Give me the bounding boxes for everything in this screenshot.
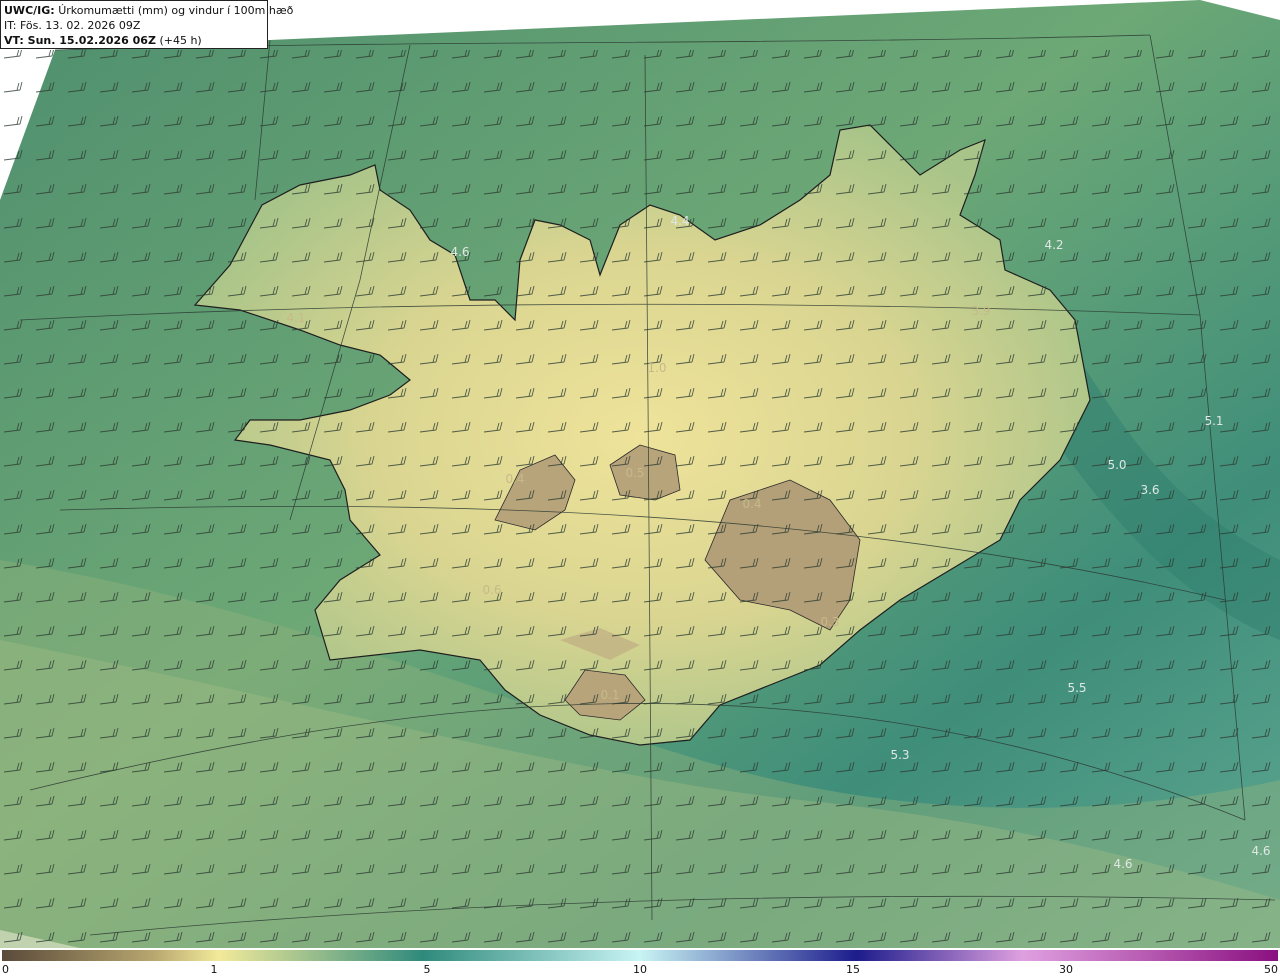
map-value: 0.5 xyxy=(625,466,645,480)
issue-time: IT: Fös. 13. 02. 2026 09Z xyxy=(4,19,141,32)
map-value: 3.9 xyxy=(971,304,991,318)
valid-time: VT: Sun. 15.02.2026 06Z xyxy=(4,34,156,47)
map-value: 5.1 xyxy=(1204,414,1224,428)
wind-barbs xyxy=(0,50,1280,948)
map-value: 5.5 xyxy=(1067,681,1087,695)
colorbar xyxy=(2,950,1278,961)
map-value: 4.1 xyxy=(286,311,306,325)
map-value: 4.6 xyxy=(450,245,470,259)
colorbar-tick: 5 xyxy=(423,963,431,976)
map-value: 3.6 xyxy=(1140,483,1160,497)
colorbar-tick: 0 xyxy=(2,963,9,976)
product-name: UWC/IG: xyxy=(4,4,55,17)
map-value: 5.0 xyxy=(1107,458,1127,472)
map-value: 0.4 xyxy=(505,472,525,486)
map-value: 4.6 xyxy=(1251,844,1271,858)
map-value: 0.1 xyxy=(600,688,620,702)
colorbar-ticks: 0 1 5 10 15 30 50 xyxy=(0,962,1280,978)
map-value: 4.6 xyxy=(1113,857,1133,871)
map-value: 0.6 xyxy=(482,583,502,597)
map-value: 4.4 xyxy=(670,214,690,228)
map-value: 5.3 xyxy=(890,748,910,762)
colorbar-tick: 1 xyxy=(210,963,218,976)
colorbar-tick: 30 xyxy=(1059,963,1073,976)
map-value: 1.0 xyxy=(647,361,667,375)
product-description: Úrkomumætti (mm) og vindur í 100m hæð xyxy=(58,4,294,17)
map-value: 4.2 xyxy=(1044,238,1064,252)
map-value: 0.3 xyxy=(820,615,840,629)
lead-time: (+45 h) xyxy=(159,34,202,47)
colorbar-tick: 15 xyxy=(846,963,860,976)
colorbar-tick: 10 xyxy=(633,963,647,976)
map-title-box: UWC/IG: Úrkomumætti (mm) og vindur í 100… xyxy=(0,0,293,49)
map-value: 0.4 xyxy=(742,497,762,511)
colorbar-tick: 50 xyxy=(1264,963,1278,976)
